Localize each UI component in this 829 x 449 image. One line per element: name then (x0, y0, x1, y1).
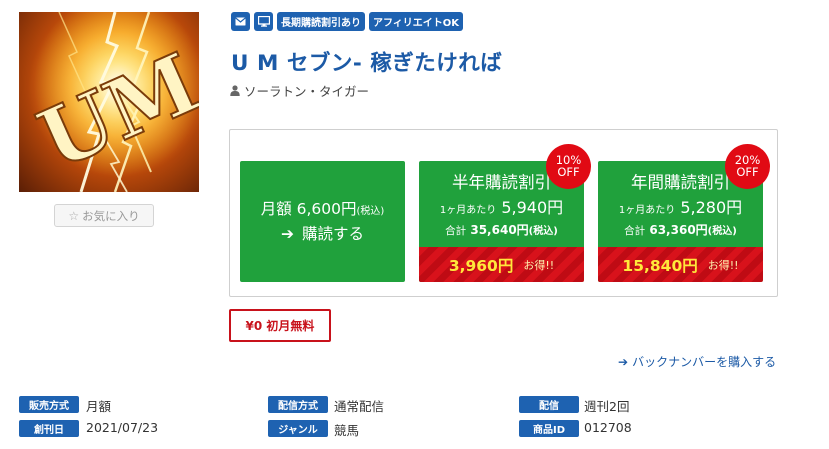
monthly-plan-button[interactable]: 月額 6,600円(税込) ➔ 購読する (240, 161, 405, 282)
annual-total-value: 63,360円 (649, 223, 708, 237)
product-image: UM (19, 12, 199, 192)
sales-method-label: 販売方式 (19, 396, 79, 413)
page-title: U M セブン- 稼ぎたければ (231, 51, 503, 76)
backnumber-link[interactable]: ➔ バックナンバーを購入する (618, 353, 776, 370)
tag-list: 長期購読割引あり アフィリエイトOK (231, 12, 464, 31)
created-label: 創刊日 (19, 420, 79, 437)
annual-otoku-label: お得!! (707, 258, 739, 272)
envelope-icon (235, 17, 246, 26)
favorite-label: お気に入り (82, 208, 140, 223)
half-otoku-label: お得!! (523, 258, 555, 272)
annual-per-month: 1ヶ月あたり 5,280円 (598, 194, 763, 218)
long-term-discount-tag: 長期購読割引あり (277, 12, 365, 31)
annual-badge-off: OFF (736, 165, 759, 179)
star-icon: ☆ (68, 208, 80, 223)
web-tag (254, 12, 273, 31)
lightning-logo-image: UM (19, 12, 199, 192)
half-savings-banner: 3,960円 お得!! (419, 247, 584, 282)
delivery-method-value: 通常配信 (334, 399, 385, 414)
backnumber-label: バックナンバーを購入する (632, 355, 777, 369)
mail-tag (231, 12, 250, 31)
subscribe-cta: ➔ 購読する (240, 222, 405, 244)
product-id-value: 012708 (584, 420, 632, 435)
annual-total-label: 合計 (624, 225, 646, 237)
monthly-price-value: 月額 6,600円 (260, 200, 357, 218)
annual-per-label: 1ヶ月あたり (618, 205, 676, 216)
discount-badge-10: 10% OFF (546, 144, 591, 189)
half-savings-amount: 3,960円 (448, 256, 514, 275)
user-icon (230, 85, 240, 96)
product-id-label: 商品ID (519, 420, 579, 437)
half-total-value: 35,640円 (470, 223, 529, 237)
favorite-button[interactable]: ☆ お気に入り (54, 204, 154, 227)
annual-savings-banner: 15,840円 お得!! (598, 247, 763, 282)
annual-savings-amount: 15,840円 (622, 256, 698, 275)
annual-tax-note: (税込) (707, 226, 737, 237)
genre-value: 競馬 (334, 423, 360, 438)
chevron-right-icon: ➔ (618, 354, 629, 369)
monthly-tax-note: (税込) (356, 206, 385, 217)
monthly-price: 月額 6,600円(税込) (240, 197, 405, 219)
half-per-month: 1ヶ月あたり 5,940円 (419, 194, 584, 218)
delivery-label: 配信 (519, 396, 579, 413)
half-per-price: 5,940円 (501, 198, 564, 217)
author-name: ソーラトン・タイガー (244, 84, 370, 99)
half-year-plan-button[interactable]: 半年購読割引 1ヶ月あたり 5,940円 合計 35,640円(税込) 3,96… (419, 144, 591, 282)
sales-method-value: 月額 (86, 399, 112, 414)
annual-plan-button[interactable]: 年間購読割引 1ヶ月あたり 5,280円 合計 63,360円(税込) 15,8… (598, 144, 770, 282)
plans-box: 月額 6,600円(税込) ➔ 購読する 半年購読割引 1ヶ月あたり 5,940円… (229, 129, 778, 297)
half-total: 合計 35,640円(税込) (419, 221, 584, 238)
arrow-right-icon: ➔ (280, 225, 294, 243)
delivery-method-label: 配信方式 (268, 396, 328, 413)
half-badge-off: OFF (557, 165, 580, 179)
author[interactable]: ソーラトン・タイガー (230, 81, 369, 100)
annual-total: 合計 63,360円(税込) (598, 221, 763, 238)
half-per-label: 1ヶ月あたり (439, 205, 497, 216)
half-total-label: 合計 (445, 225, 467, 237)
monitor-icon (257, 16, 270, 27)
affiliate-ok-tag: アフィリエイトOK (369, 12, 464, 31)
delivery-value: 週刊2回 (584, 399, 630, 414)
created-value: 2021/07/23 (86, 420, 159, 435)
annual-per-price: 5,280円 (680, 198, 743, 217)
genre-label: ジャンル (268, 420, 328, 437)
subscribe-label: 購読する (301, 225, 364, 243)
discount-badge-20: 20% OFF (725, 144, 770, 189)
free-first-month-badge: ¥0 初月無料 (229, 309, 331, 342)
half-tax-note: (税込) (528, 226, 558, 237)
